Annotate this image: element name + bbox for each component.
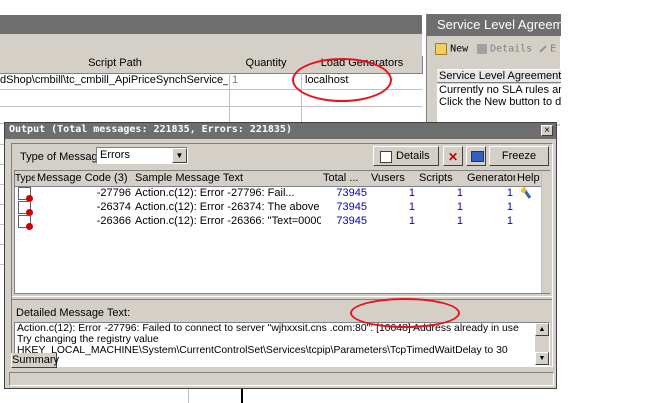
dropdown-button[interactable]: ▼ [172, 148, 187, 163]
background-toolbar [0, 34, 422, 56]
sla-new-button[interactable]: New [435, 43, 468, 59]
scripts-cell[interactable]: 1 [417, 214, 463, 228]
table-row[interactable]: -26374 Action.c(12): Error -26374: The a… [15, 200, 541, 216]
error-icon [18, 187, 33, 202]
total-cell[interactable]: 73945 [321, 214, 367, 228]
column-header-generators[interactable]: Generators [465, 171, 518, 187]
sla-text-area: Currently no SLA rules are define Click … [437, 84, 561, 124]
help-icon[interactable] [520, 187, 532, 199]
sample-text-cell: Action.c(12): Error -27796: Fail... [135, 187, 295, 199]
generators-cell[interactable]: 1 [465, 186, 513, 200]
sla-line: Currently no SLA rules are define [439, 84, 561, 96]
freeze-button[interactable]: Freeze [489, 146, 549, 166]
column-header-sample-text[interactable]: Sample Message Text [133, 171, 324, 187]
column-header-total[interactable]: Total ... [321, 171, 372, 187]
freeze-label: Freeze [501, 150, 537, 162]
new-icon [435, 43, 447, 56]
arrow-down-icon: ▼ [538, 355, 546, 362]
detailed-message-text[interactable]: Action.c(12): Error -27796: Failed to co… [14, 322, 550, 366]
message-code-cell: -26366 [96, 215, 131, 227]
table-row[interactable]: -26366 Action.c(12): Error -26366: "Text… [15, 214, 541, 230]
quantity-cell: 1 [232, 74, 239, 86]
sla-details-button[interactable]: Details [477, 43, 532, 59]
type-of-message-label: Type of Message: [20, 151, 107, 163]
table-row[interactable]: -27796 Action.c(12): Error -27796: Fail.… [15, 186, 541, 202]
sla-toolbar: New Details E [427, 38, 561, 64]
sla-section-header: Service Level Agreement [437, 69, 561, 83]
output-status-bar [9, 372, 554, 386]
output-inner-panel: Type of Message: Errors ▼ Details ✕ Free… [11, 143, 553, 367]
column-header-help[interactable]: Help [515, 171, 544, 187]
total-cell[interactable]: 73945 [321, 200, 367, 214]
detail-line: Action.c(12): Error -27796: Failed to co… [17, 323, 519, 334]
message-grid: Type Message Code (3) Sample Message Tex… [14, 170, 550, 294]
output-window: Output (Total messages: 221835, Errors: … [4, 122, 557, 389]
tab-summary-label: Summary [12, 354, 60, 366]
sla-new-label: New [450, 43, 469, 55]
sla-panel-title: Service Level Agreeme [437, 17, 571, 32]
detail-line: HKEY_LOCAL_MACHINE\System\CurrentControl… [17, 345, 508, 356]
detailed-message-label: Detailed Message Text: [16, 307, 131, 319]
type-of-message-select[interactable]: Errors ▼ [96, 147, 188, 164]
scripts-cell[interactable]: 1 [417, 200, 463, 214]
generators-cell[interactable]: 1 [465, 214, 513, 228]
generators-cell[interactable]: 1 [465, 200, 513, 214]
sla-edit-label: E [550, 43, 557, 55]
column-header-type[interactable]: Type [15, 171, 36, 187]
output-title: Output (Total messages: 221835, Errors: … [9, 124, 292, 135]
sample-text-cell: Action.c(12): Error -26366: "Text=0000" … [135, 215, 321, 227]
close-button[interactable]: × [541, 125, 553, 136]
pane-splitter[interactable] [12, 296, 552, 300]
vusers-cell[interactable]: 1 [369, 186, 415, 200]
column-header-message-code[interactable]: Message Code (3) [35, 171, 136, 187]
details-label: Details [396, 150, 430, 162]
sla-details-label: Details [490, 43, 533, 55]
chevron-down-icon: ▼ [175, 151, 184, 160]
scroll-up-button[interactable]: ▲ [535, 323, 549, 336]
details-icon [380, 151, 392, 163]
annotation-circle-load-generators [292, 58, 392, 102]
delete-icon: ✕ [448, 150, 459, 164]
sample-text-cell: Action.c(12): Error -26374: The above "n… [135, 201, 321, 213]
arrow-up-icon: ▲ [538, 326, 546, 333]
column-header-vusers[interactable]: Vusers [369, 171, 420, 187]
output-title-bar: Output (Total messages: 221835, Errors: … [5, 123, 556, 139]
column-header-script-path[interactable]: Script Path [0, 56, 231, 74]
message-code-cell: -27796 [96, 187, 131, 199]
sla-edit-button[interactable]: E [539, 43, 556, 59]
tab-summary[interactable]: Summary [11, 353, 60, 368]
detail-vertical-scrollbar[interactable]: ▲ ▼ [535, 323, 549, 365]
sla-section-title: Service Level Agreement [439, 70, 562, 82]
column-header-quantity[interactable]: Quantity [230, 56, 303, 74]
message-code-cell: -26374 [96, 201, 131, 213]
close-icon: × [544, 125, 550, 136]
details-button[interactable]: Details [373, 146, 439, 166]
sla-panel-title-bar: Service Level Agreeme [427, 14, 571, 36]
scroll-down-button[interactable]: ▼ [535, 352, 549, 365]
annotation-circle-address-in-use [350, 298, 460, 328]
type-of-message-value: Errors [100, 149, 130, 161]
monitor-icon [471, 151, 484, 162]
grid-vertical-scrollbar[interactable] [541, 171, 550, 293]
details-icon [477, 44, 487, 55]
total-cell[interactable]: 73945 [321, 186, 367, 200]
script-path-cell: dShop\cmbill\tc_cmbill_ApiPriceSynchServ… [0, 74, 228, 86]
error-icon [18, 215, 33, 230]
column-header-scripts[interactable]: Scripts [417, 171, 468, 187]
background-bottom-strip [188, 389, 560, 403]
detail-line: Try changing the registry value [17, 334, 159, 345]
scripts-cell[interactable]: 1 [417, 186, 463, 200]
clear-button[interactable]: ✕ [443, 146, 463, 166]
vusers-cell[interactable]: 1 [369, 214, 415, 228]
pencil-icon [539, 45, 547, 53]
sla-line: Click the New button to define S [439, 96, 561, 108]
background-title-bar [0, 15, 422, 34]
vusers-cell[interactable]: 1 [369, 200, 415, 214]
export-button[interactable] [466, 146, 486, 166]
sla-panel: Service Level Agreeme New Details E Serv… [426, 14, 571, 126]
error-icon [18, 201, 33, 216]
